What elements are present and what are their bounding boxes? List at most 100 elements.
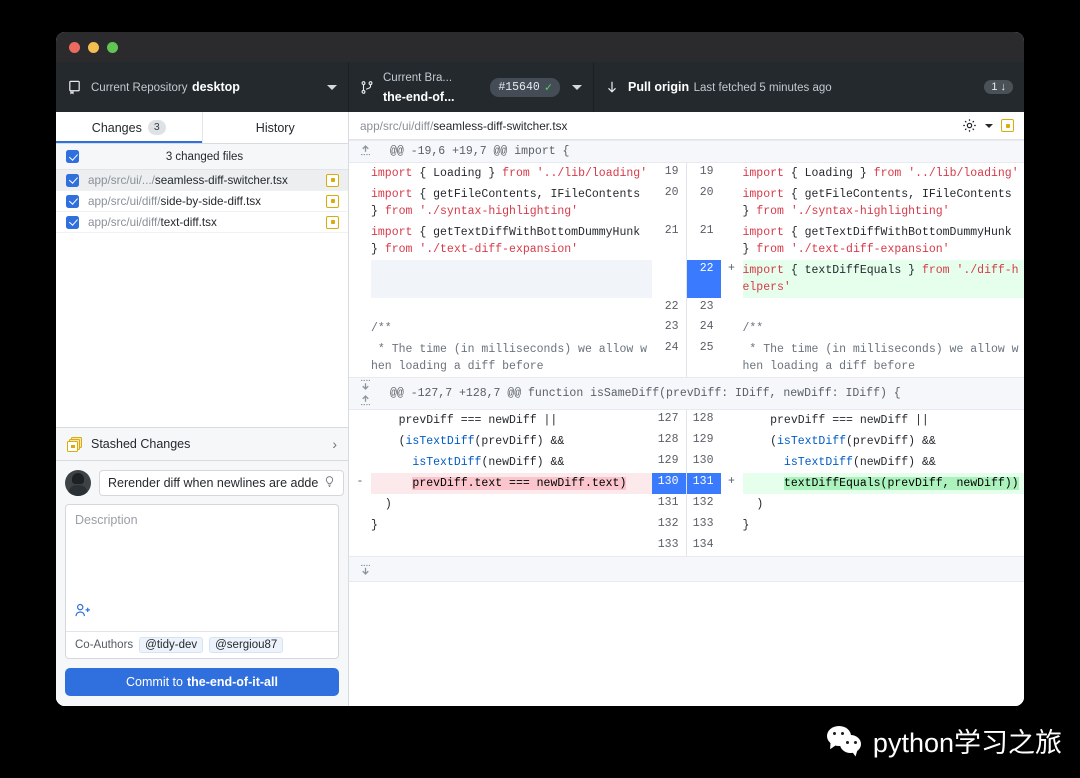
code-line: ) bbox=[743, 494, 1025, 515]
line-number[interactable] bbox=[652, 260, 686, 298]
chevron-down-icon bbox=[572, 84, 582, 90]
line-number[interactable]: 131 bbox=[652, 494, 686, 515]
gear-icon[interactable] bbox=[962, 118, 977, 133]
diff-row-left: 133 bbox=[349, 536, 687, 556]
line-number[interactable]: 127 bbox=[652, 410, 686, 431]
select-all-checkbox[interactable] bbox=[66, 150, 79, 163]
line-number[interactable]: 19 bbox=[652, 163, 686, 184]
line-number[interactable]: 20 bbox=[652, 184, 686, 222]
diff-row-right: 132 ) bbox=[687, 494, 1025, 515]
commit-summary-input[interactable]: Rerender diff when newlines are adde bbox=[99, 470, 345, 496]
line-number[interactable]: 132 bbox=[652, 515, 686, 536]
current-repository-button[interactable]: Current Repository desktop bbox=[56, 62, 349, 112]
tab-history[interactable]: History bbox=[202, 112, 348, 143]
stashed-changes-button[interactable]: Stashed Changes › bbox=[56, 427, 348, 461]
code-line: textDiffEquals(prevDiff, newDiff)) bbox=[742, 473, 1024, 494]
code-token: prevDiff.text === newDiff.text) bbox=[412, 477, 627, 490]
diff-row-left: import { getTextDiffWithBottomDummyHunk … bbox=[349, 222, 687, 260]
line-number[interactable]: 132 bbox=[687, 494, 721, 515]
line-number[interactable]: 25 bbox=[687, 339, 721, 377]
line-number[interactable]: 23 bbox=[687, 298, 721, 318]
check-icon: ✓ bbox=[544, 80, 552, 95]
line-number[interactable]: 130 bbox=[687, 452, 721, 473]
file-checkbox[interactable] bbox=[66, 173, 79, 187]
coauthor-chip[interactable]: @tidy-dev bbox=[139, 637, 204, 653]
code-line: import { Loading } from '../lib/loading' bbox=[743, 163, 1025, 184]
diff-marker bbox=[721, 431, 743, 452]
file-dir: app/src/ui/.../ bbox=[88, 173, 155, 187]
code-line: } bbox=[743, 515, 1025, 536]
file-checkbox[interactable] bbox=[66, 215, 79, 229]
line-number[interactable]: 134 bbox=[687, 536, 721, 556]
tab-changes[interactable]: Changes 3 bbox=[56, 112, 203, 143]
diff-header: app/src/ui/diff/seamless-diff-switcher.t… bbox=[349, 112, 1024, 140]
file-checkbox[interactable] bbox=[66, 194, 79, 208]
line-number[interactable]: 21 bbox=[687, 222, 721, 260]
diff-marker bbox=[349, 494, 371, 515]
line-number[interactable]: 128 bbox=[652, 431, 686, 452]
minimize-window-button[interactable] bbox=[88, 41, 99, 53]
diff-row-left: prevDiff === newDiff || 127 bbox=[349, 410, 687, 431]
expand-down-icon[interactable] bbox=[349, 563, 381, 576]
line-number[interactable]: 130 bbox=[651, 473, 686, 494]
add-coauthor-button[interactable] bbox=[66, 603, 338, 631]
line-number[interactable]: 133 bbox=[687, 515, 721, 536]
hunk-expand-control[interactable] bbox=[349, 141, 381, 162]
lightbulb-icon[interactable] bbox=[324, 475, 335, 492]
hunk-expand-control[interactable] bbox=[349, 378, 381, 409]
line-number[interactable]: 24 bbox=[652, 339, 686, 377]
line-number[interactable]: 131 bbox=[686, 473, 721, 494]
line-number[interactable]: 128 bbox=[687, 410, 721, 431]
line-number[interactable]: 129 bbox=[687, 431, 721, 452]
line-number[interactable]: 21 bbox=[652, 222, 686, 260]
diff-row-right: 134 bbox=[687, 536, 1025, 556]
line-number[interactable]: 20 bbox=[687, 184, 721, 222]
commit-button[interactable]: Commit to the-end-of-it-all bbox=[65, 668, 339, 696]
diff-marker bbox=[721, 494, 743, 515]
diff-bottom-expand[interactable] bbox=[349, 556, 1024, 582]
code-line: import { getTextDiffWithBottomDummyHunk … bbox=[371, 222, 652, 260]
code-token: from bbox=[756, 205, 784, 218]
diff-row-left: ) 131 bbox=[349, 494, 687, 515]
coauthor-chip[interactable]: @sergiou87 bbox=[209, 637, 284, 653]
code-token: from bbox=[873, 167, 902, 180]
expand-down-icon[interactable] bbox=[359, 378, 372, 393]
code-token: '../lib/loading' bbox=[908, 167, 1019, 180]
maximize-window-button[interactable] bbox=[107, 41, 118, 53]
line-number[interactable]: 19 bbox=[687, 163, 721, 184]
line-number[interactable]: 22 bbox=[652, 298, 686, 318]
pull-origin-button[interactable]: Pull origin Last fetched 5 minutes ago 1… bbox=[594, 62, 1024, 112]
line-number[interactable]: 24 bbox=[687, 318, 721, 339]
list-item[interactable]: app/src/ui/diff/side-by-side-diff.tsx bbox=[56, 191, 348, 212]
close-window-button[interactable] bbox=[69, 41, 80, 53]
diff-row: isTextDiff(newDiff) && 129 130 isTextDiff(… bbox=[349, 452, 1024, 473]
code-token: from bbox=[921, 264, 950, 277]
expand-up-icon[interactable] bbox=[359, 144, 372, 159]
line-number[interactable]: 133 bbox=[652, 536, 686, 556]
code-token: } bbox=[852, 167, 874, 180]
code-token: textDiffEquals(prevDiff, newDiff)) bbox=[783, 477, 1019, 490]
code-token: { textDiffEquals } bbox=[783, 264, 922, 277]
file-path: app/src/ui/diff/text-diff.tsx bbox=[88, 216, 317, 229]
current-branch-button[interactable]: Current Bra... the-end-of... #15640 ✓ bbox=[349, 62, 594, 112]
line-number[interactable]: 129 bbox=[652, 452, 686, 473]
diff-body[interactable]: @@ -19,6 +19,7 @@ import {import { Loadi… bbox=[349, 140, 1024, 706]
list-item[interactable]: app/src/ui/.../seamless-diff-switcher.ts… bbox=[56, 170, 348, 191]
pull-request-badge[interactable]: #15640 ✓ bbox=[490, 77, 560, 97]
commit-description-input[interactable]: Description bbox=[66, 505, 338, 603]
code-token: from bbox=[384, 243, 413, 256]
expand-both-icon[interactable] bbox=[359, 394, 372, 409]
diff-marker: - bbox=[356, 475, 364, 488]
line-number[interactable]: 22 bbox=[686, 260, 721, 298]
diff-marker: + bbox=[728, 262, 735, 275]
code-token: isTextDiff bbox=[405, 435, 475, 448]
line-number[interactable]: 23 bbox=[652, 318, 686, 339]
list-item[interactable]: app/src/ui/diff/text-diff.tsx bbox=[56, 212, 348, 233]
chevron-down-icon[interactable] bbox=[985, 123, 993, 128]
modified-square-icon bbox=[326, 173, 339, 187]
diff-row: ) 131 132 ) bbox=[349, 494, 1024, 515]
diff-file-dir: app/src/ui/diff/ bbox=[360, 118, 434, 133]
diff-marker bbox=[349, 452, 371, 473]
watermark-text: python学习之旅 bbox=[872, 728, 1062, 758]
